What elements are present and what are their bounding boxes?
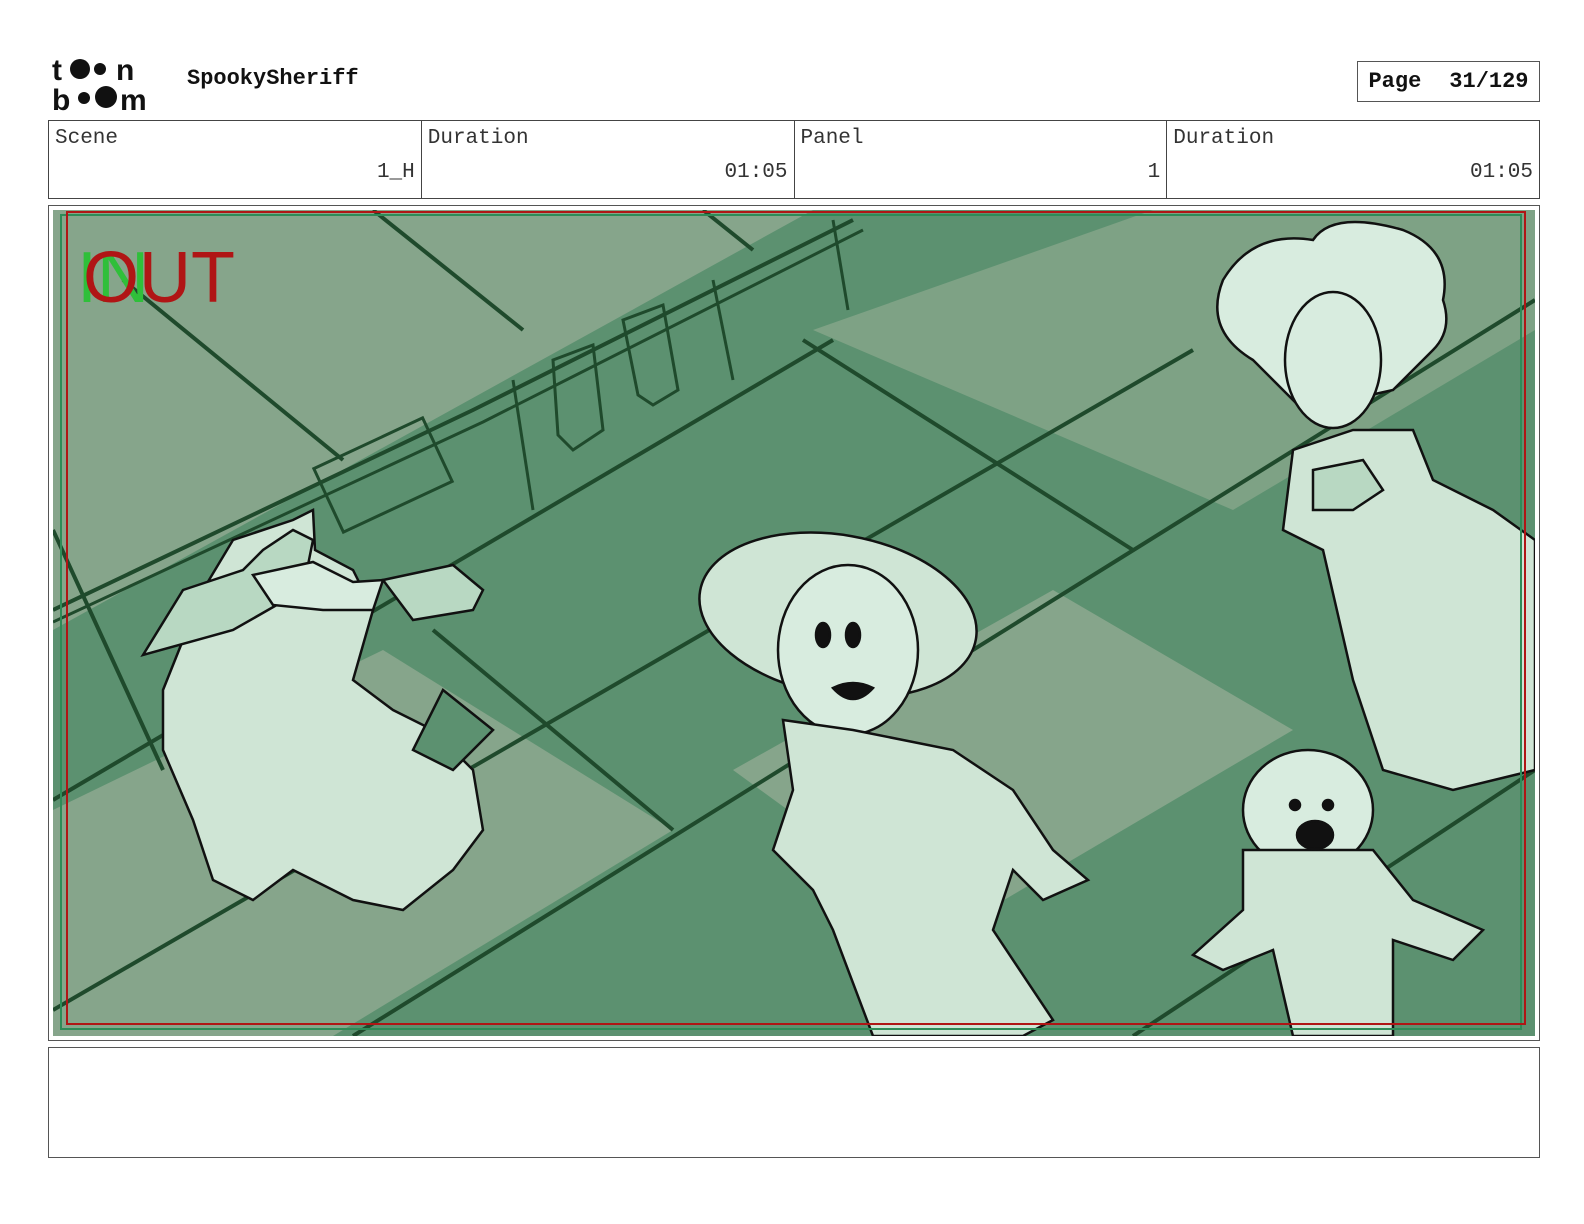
scene-value: 1_H: [376, 161, 415, 184]
page-number: 31/129: [1449, 69, 1529, 94]
panel-duration-cell: Duration 01:05: [1167, 121, 1539, 198]
scene-cell: Scene 1_H: [49, 121, 422, 198]
panel-cell: Panel 1: [795, 121, 1168, 198]
scene-duration-label: Duration: [427, 127, 529, 150]
caption-box: [48, 1047, 1540, 1158]
panel-frame: IN OUT: [48, 205, 1540, 1041]
scene-duration-value: 01:05: [724, 161, 788, 184]
project-title: SpookySheriff: [187, 66, 359, 91]
scene-duration-cell: Duration 01:05: [422, 121, 795, 198]
svg-text:b: b: [52, 84, 70, 112]
panel-duration-label: Duration: [1173, 127, 1275, 150]
svg-text:m: m: [120, 84, 147, 112]
scene-label: Scene: [55, 127, 119, 150]
panel-value: 1: [1147, 161, 1161, 184]
scene-info-table: Scene 1_H Duration 01:05 Panel 1 Duratio…: [48, 120, 1540, 199]
page-indicator: Page 31/129: [1357, 61, 1540, 102]
svg-text:n: n: [116, 54, 134, 87]
page-label: Page: [1368, 69, 1422, 94]
panel-duration-value: 01:05: [1469, 161, 1533, 184]
panel-label: Panel: [800, 127, 864, 150]
svg-text:t: t: [52, 54, 62, 87]
storyboard-drawing: IN OUT: [53, 210, 1535, 1036]
toon-boom-logo: t n b m: [52, 54, 147, 112]
out-marker: OUT: [83, 238, 235, 318]
